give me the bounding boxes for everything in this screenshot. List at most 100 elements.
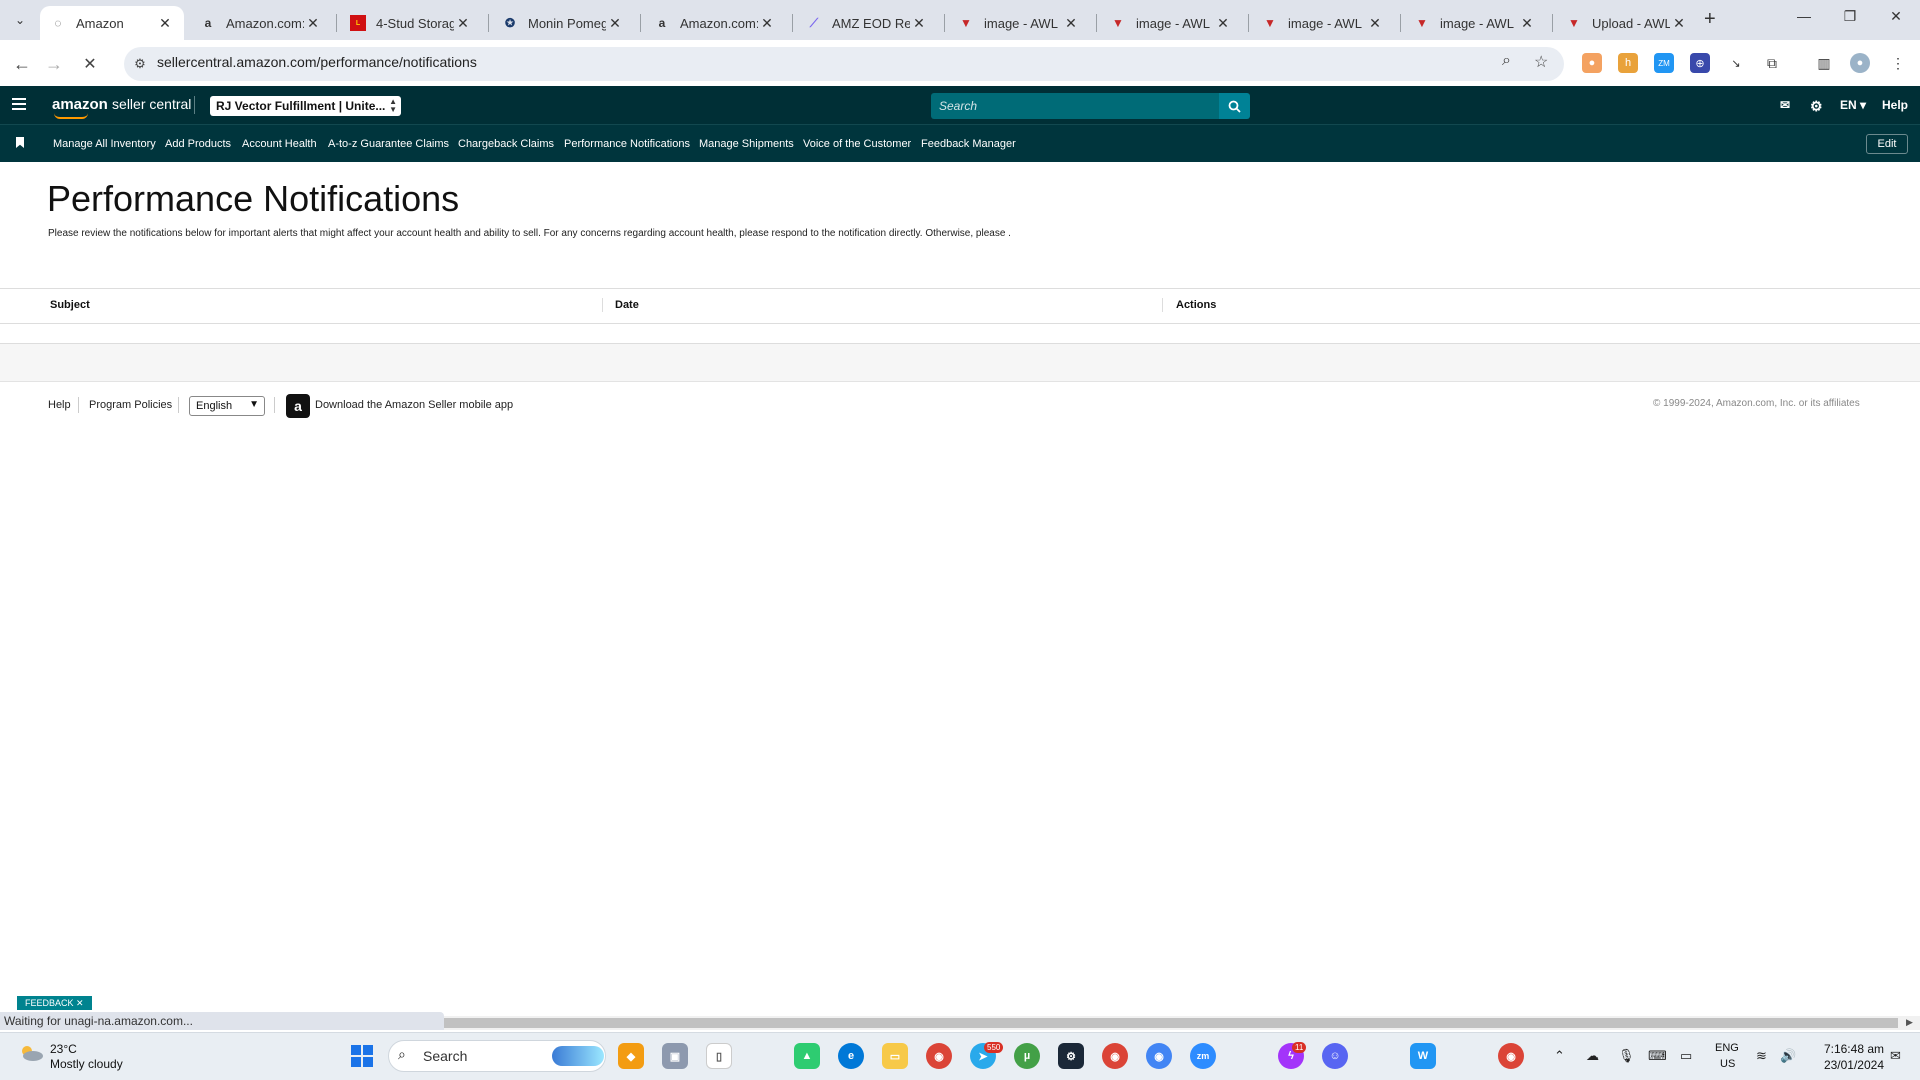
wifi-icon[interactable]: ≋	[1756, 1048, 1767, 1064]
search-highlight-icon[interactable]	[552, 1046, 604, 1066]
tab-amazon-i[interactable]: a Amazon.com: I ✕	[644, 6, 786, 40]
close-icon[interactable]: ✕	[1214, 15, 1232, 32]
notification-center-icon[interactable]: ✉	[1890, 1048, 1901, 1064]
edge-icon[interactable]: e	[838, 1043, 864, 1069]
footer-program-policies-link[interactable]: Program Policies	[89, 399, 172, 411]
volume-icon[interactable]: 🔊	[1780, 1048, 1796, 1064]
tab-amazon[interactable]: ◌ Amazon ✕	[40, 6, 184, 40]
nav-manage-all-inventory[interactable]: Manage All Inventory	[53, 138, 156, 150]
seller-app-icon[interactable]: a	[286, 394, 310, 418]
store-app-icon[interactable]: ◆	[618, 1043, 644, 1069]
extensions-puzzle-icon[interactable]: ⧉	[1762, 53, 1782, 73]
close-window-icon[interactable]: ✕	[1876, 8, 1916, 25]
zoom-app-icon[interactable]: zm	[1190, 1043, 1216, 1069]
scroll-right-arrow-icon[interactable]: ▶	[1906, 1017, 1913, 1028]
side-panel-icon[interactable]: ▥	[1814, 53, 1834, 73]
site-info-icon[interactable]: ⚙	[130, 54, 150, 74]
chrome-profile-icon[interactable]: ◉	[1102, 1043, 1128, 1069]
microphone-icon[interactable]: 🎙	[1618, 1048, 1635, 1064]
zoom-icon[interactable]: ⌕	[1502, 52, 1511, 70]
close-icon[interactable]: ✕	[606, 15, 624, 32]
column-date[interactable]: Date	[615, 299, 639, 311]
nav-manage-shipments[interactable]: Manage Shipments	[699, 138, 794, 150]
display-icon[interactable]: ▭	[1680, 1048, 1692, 1064]
footer-language-select[interactable]: English ▼	[189, 396, 265, 416]
input-language[interactable]: ENG	[1715, 1042, 1739, 1054]
file-explorer-icon[interactable]: ▭	[882, 1043, 908, 1069]
stop-loading-icon[interactable]: ✕	[76, 50, 104, 78]
extension-cursor-icon[interactable]: ↘	[1726, 53, 1746, 73]
mail-icon[interactable]: ✉	[1780, 98, 1790, 112]
windows-start-icon[interactable]	[351, 1045, 373, 1067]
hamburger-menu-icon[interactable]	[12, 98, 26, 110]
forward-arrow-icon[interactable]: →	[40, 50, 68, 78]
close-icon[interactable]: ✕	[1062, 15, 1080, 32]
back-arrow-icon[interactable]: ←	[8, 50, 36, 78]
bookmark-star-icon[interactable]: ☆	[1534, 52, 1548, 72]
bluestacks-icon[interactable]: ▲	[794, 1043, 820, 1069]
tab-awl-2[interactable]: ▼ image - AWL L ✕	[1100, 6, 1242, 40]
language-selector[interactable]: EN ▾	[1840, 98, 1866, 112]
minimize-icon[interactable]: —	[1784, 8, 1824, 24]
nav-voice-of-customer[interactable]: Voice of the Customer	[803, 138, 911, 150]
header-search-input[interactable]: Search	[931, 93, 1221, 119]
feedback-button[interactable]: FEEDBACK ✕	[17, 996, 92, 1010]
footer-download-app-link[interactable]: Download the Amazon Seller mobile app	[315, 399, 513, 411]
scrollbar-thumb[interactable]	[444, 1018, 1898, 1028]
column-subject[interactable]: Subject	[50, 299, 90, 311]
nav-a-to-z-claims[interactable]: A-to-z Guarantee Claims	[328, 138, 449, 150]
close-icon[interactable]: ✕	[1670, 15, 1688, 32]
extension-zm-icon[interactable]: ZM	[1654, 53, 1674, 73]
close-icon[interactable]: ✕	[1366, 15, 1384, 32]
nav-account-health[interactable]: Account Health	[242, 138, 317, 150]
gear-icon[interactable]: ⚙	[1810, 98, 1823, 115]
tab-lego[interactable]: L 4-Stud Storage ✕	[340, 6, 482, 40]
account-switcher[interactable]: RJ Vector Fulfillment | Unite... ▲ ▼	[210, 96, 401, 116]
extension-globe-icon[interactable]: ⊕	[1690, 53, 1710, 73]
footer-help-link[interactable]: Help	[48, 399, 71, 411]
chrome-active-icon[interactable]: ◉	[1146, 1043, 1172, 1069]
weather-condition[interactable]: Mostly cloudy	[50, 1057, 123, 1071]
edit-nav-button[interactable]: Edit	[1866, 134, 1908, 154]
input-region[interactable]: US	[1720, 1058, 1735, 1070]
seller-central-logo[interactable]: amazon seller central	[52, 96, 191, 113]
close-icon[interactable]: ✕	[156, 15, 174, 32]
restore-icon[interactable]: ❐	[1830, 8, 1870, 25]
tab-awl-upload[interactable]: ▼ Upload - AWL ✕	[1556, 6, 1698, 40]
taskbar-clock-time[interactable]: 7:16:48 am	[1820, 1042, 1884, 1056]
steam-icon[interactable]: ⚙	[1058, 1043, 1084, 1069]
search-button[interactable]	[1219, 93, 1250, 119]
nav-chargeback-claims[interactable]: Chargeback Claims	[458, 138, 554, 150]
notepad-icon[interactable]: ▯	[706, 1043, 732, 1069]
extension-chrome-icon[interactable]: ●	[1582, 53, 1602, 73]
close-icon[interactable]: ✕	[304, 15, 322, 32]
nav-performance-notifications[interactable]: Performance Notifications	[564, 138, 690, 150]
tray-chevron-up-icon[interactable]: ⌃	[1554, 1048, 1565, 1064]
nav-feedback-manager[interactable]: Feedback Manager	[921, 138, 1016, 150]
close-icon[interactable]: ✕	[1518, 15, 1536, 32]
close-icon[interactable]: ✕	[454, 15, 472, 32]
tab-monin[interactable]: ✪ Monin Pomegr ✕	[492, 6, 634, 40]
weather-temperature[interactable]: 23°C	[50, 1042, 77, 1056]
tab-search-icon[interactable]: ⌄	[8, 8, 32, 32]
discord-icon[interactable]: ☺	[1322, 1043, 1348, 1069]
utorrent-icon[interactable]: µ	[1014, 1043, 1040, 1069]
profile-avatar[interactable]: ●	[1850, 53, 1870, 73]
menu-kebab-icon[interactable]: ⋮	[1888, 53, 1908, 73]
taskbar-clock-date[interactable]: 23/01/2024	[1820, 1058, 1884, 1072]
cloudy-weather-icon[interactable]	[18, 1044, 44, 1062]
keyboard-icon[interactable]: ⌨	[1648, 1048, 1667, 1064]
nav-add-products[interactable]: Add Products	[165, 138, 231, 150]
close-icon[interactable]: ✕	[910, 15, 928, 32]
chrome-dev-icon[interactable]: ◉	[1498, 1043, 1524, 1069]
onedrive-icon[interactable]: ☁	[1586, 1048, 1599, 1064]
url-text[interactable]: sellercentral.amazon.com/performance/not…	[157, 54, 477, 70]
help-link[interactable]: Help	[1882, 98, 1908, 112]
tab-awl-4[interactable]: ▼ image - AWL L ✕	[1404, 6, 1546, 40]
tab-awl-3[interactable]: ▼ image - AWL L ✕	[1252, 6, 1394, 40]
chrome-icon[interactable]: ◉	[926, 1043, 952, 1069]
close-icon[interactable]: ✕	[758, 15, 776, 32]
word-app-icon[interactable]: W	[1410, 1043, 1436, 1069]
extension-honey-icon[interactable]: h	[1618, 53, 1638, 73]
tab-amazon-l[interactable]: a Amazon.com: L ✕	[190, 6, 332, 40]
